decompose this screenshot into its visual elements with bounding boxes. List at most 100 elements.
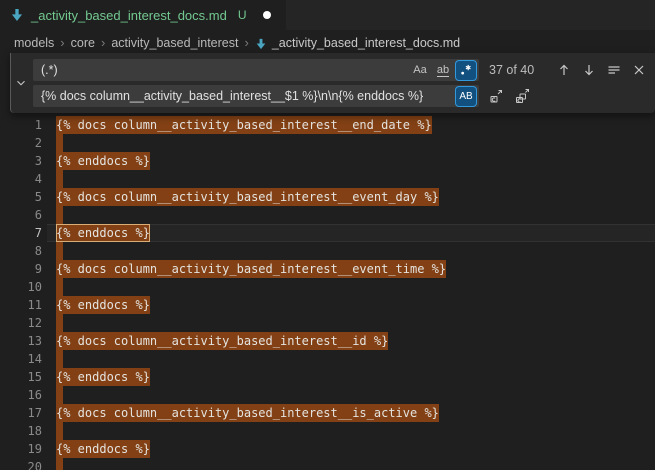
editor-line[interactable]: 18 xyxy=(0,422,655,440)
line-number: 1 xyxy=(0,116,42,134)
find-input[interactable] xyxy=(41,63,410,77)
preserve-case-toggle[interactable]: AB xyxy=(456,87,476,106)
find-match-sliver xyxy=(56,422,63,440)
breadcrumb-item-activity-based-interest[interactable]: activity_based_interest xyxy=(111,36,238,50)
breadcrumb-item-models[interactable]: models xyxy=(14,36,54,50)
find-match-sliver xyxy=(56,314,63,332)
editor-line[interactable]: 17 {% docs column__activity_based_interes… xyxy=(0,404,655,422)
current-find-match: {% enddocs %} xyxy=(56,224,150,242)
find-match-sliver xyxy=(56,170,63,188)
line-text[interactable]: {% enddocs %} xyxy=(47,152,655,170)
find-match: {% enddocs %} xyxy=(56,152,150,170)
line-text[interactable] xyxy=(47,458,655,470)
line-text[interactable]: {% docs column__activity_based_interest_… xyxy=(47,404,655,422)
line-number: 12 xyxy=(0,314,42,332)
tab-bar: _activity_based_interest_docs.md U xyxy=(0,0,655,30)
breadcrumb: models › core › activity_based_interest … xyxy=(0,30,655,55)
line-text[interactable] xyxy=(47,350,655,368)
find-match-sliver xyxy=(56,350,63,368)
tab-filename: _activity_based_interest_docs.md xyxy=(31,8,227,23)
line-text[interactable] xyxy=(47,314,655,332)
editor-line[interactable]: 7{% enddocs %} xyxy=(0,224,655,242)
find-match-sliver xyxy=(56,134,63,152)
previous-match-button[interactable] xyxy=(554,60,574,80)
find-match: {% docs column__activity_based_interest_… xyxy=(56,332,388,350)
editor-line[interactable]: 5{% docs column__activity_based_interest… xyxy=(0,188,655,206)
line-text[interactable]: {% enddocs %} xyxy=(47,368,655,386)
code-area[interactable]: 1 {% docs column__activity_based_interest… xyxy=(0,116,655,470)
dbt-arrow-icon xyxy=(255,38,267,50)
line-number: 20 xyxy=(0,458,42,470)
line-text[interactable] xyxy=(47,242,655,260)
line-number: 2 xyxy=(0,134,42,152)
line-number: 3 xyxy=(0,152,42,170)
chevron-right-icon: › xyxy=(244,35,248,50)
line-number: 9 xyxy=(0,260,42,278)
tab-activity-based-interest-docs[interactable]: _activity_based_interest_docs.md U xyxy=(0,0,286,30)
find-match: {% docs column__activity_based_interest_… xyxy=(56,404,439,422)
find-match-sliver xyxy=(56,206,63,224)
editor-line[interactable]: 1 {% docs column__activity_based_interest… xyxy=(0,116,655,134)
editor-line[interactable]: 6 xyxy=(0,206,655,224)
editor-line[interactable]: 20 xyxy=(0,458,655,470)
find-match: {% docs column__activity_based_interest_… xyxy=(56,188,439,206)
replace-all-button[interactable] xyxy=(513,86,533,106)
replace-button[interactable] xyxy=(487,86,507,106)
find-match-sliver xyxy=(56,278,63,296)
breadcrumb-item-file[interactable]: _activity_based_interest_docs.md xyxy=(255,36,460,50)
editor-line[interactable]: 14 xyxy=(0,350,655,368)
replace-input-box: AB xyxy=(33,85,479,107)
editor[interactable]: 1 {% docs column__activity_based_interest… xyxy=(0,55,655,470)
line-number: 17 xyxy=(0,404,42,422)
find-match-sliver xyxy=(56,386,63,404)
line-number: 19 xyxy=(0,440,42,458)
editor-line[interactable]: 2 xyxy=(0,134,655,152)
replace-input[interactable] xyxy=(41,89,456,103)
line-text[interactable]: {% docs column__activity_based_interest_… xyxy=(47,188,655,206)
line-text[interactable] xyxy=(47,278,655,296)
preserve-case-label: AB xyxy=(459,91,472,102)
editor-line[interactable]: 13 {% docs column__activity_based_interes… xyxy=(0,332,655,350)
line-text[interactable]: {% docs column__activity_based_interest_… xyxy=(47,332,655,350)
toggle-replace-chevron-icon[interactable] xyxy=(11,74,31,92)
line-text[interactable] xyxy=(47,386,655,404)
whole-word-toggle[interactable]: ab xyxy=(433,61,453,80)
editor-line[interactable]: 15{% enddocs %} xyxy=(0,368,655,386)
line-text[interactable]: {% enddocs %} xyxy=(47,440,655,458)
line-text[interactable]: {% docs column__activity_based_interest_… xyxy=(47,260,655,278)
editor-line[interactable]: 16 xyxy=(0,386,655,404)
line-text[interactable]: {% enddocs %} xyxy=(47,296,655,314)
line-text[interactable] xyxy=(47,422,655,440)
match-case-toggle[interactable]: Aa xyxy=(410,61,430,80)
editor-line[interactable]: 9 {% docs column__activity_based_interest… xyxy=(0,260,655,278)
line-number: 8 xyxy=(0,242,42,260)
line-number: 11 xyxy=(0,296,42,314)
editor-line[interactable]: 3 {% enddocs %} xyxy=(0,152,655,170)
line-number: 6 xyxy=(0,206,42,224)
find-result-count: 37 of 40 xyxy=(489,63,534,77)
close-find-button[interactable] xyxy=(629,60,649,80)
line-number: 14 xyxy=(0,350,42,368)
regex-toggle[interactable] xyxy=(456,61,476,80)
line-text[interactable] xyxy=(47,206,655,224)
git-untracked-badge: U xyxy=(238,8,247,22)
line-number: 4 xyxy=(0,170,42,188)
editor-line[interactable]: 12 xyxy=(0,314,655,332)
unsaved-dot-icon[interactable] xyxy=(263,11,271,19)
editor-line[interactable]: 4 xyxy=(0,170,655,188)
find-in-selection-button[interactable] xyxy=(604,60,624,80)
next-match-button[interactable] xyxy=(579,60,599,80)
editor-line[interactable]: 8 xyxy=(0,242,655,260)
line-number: 16 xyxy=(0,386,42,404)
line-text[interactable] xyxy=(47,134,655,152)
editor-line[interactable]: 19 {% enddocs %} xyxy=(0,440,655,458)
line-text[interactable] xyxy=(47,170,655,188)
match-case-label: Aa xyxy=(413,64,426,76)
breadcrumb-item-core[interactable]: core xyxy=(71,36,95,50)
line-text[interactable]: {% enddocs %} xyxy=(47,224,655,242)
editor-line[interactable]: 10 xyxy=(0,278,655,296)
line-text[interactable]: {% docs column__activity_based_interest_… xyxy=(47,116,655,134)
line-number: 13 xyxy=(0,332,42,350)
editor-line[interactable]: 11 {% enddocs %} xyxy=(0,296,655,314)
find-match-sliver xyxy=(56,242,63,260)
